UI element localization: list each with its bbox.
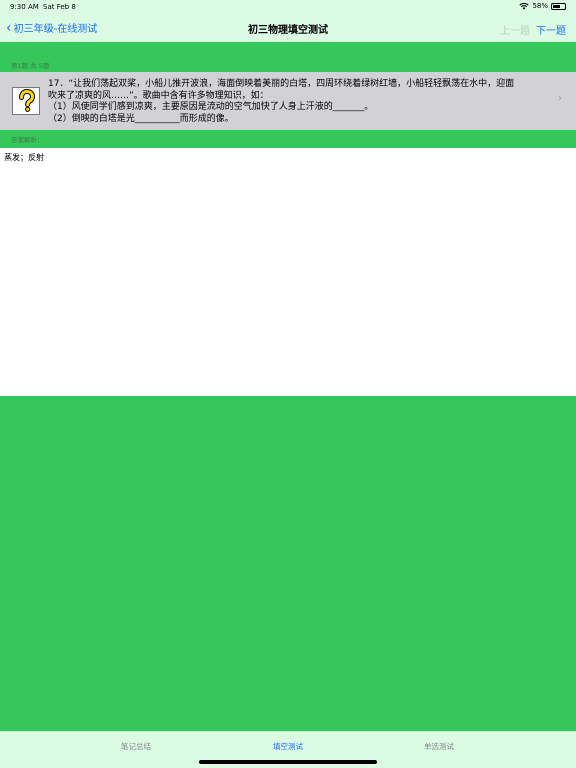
question-line-1: 17．“让我们荡起双桨，小船儿推开波浪，海面倒映着美丽的白塔，四周环绕着绿树红墙…	[48, 79, 515, 89]
battery-percent: 58%	[532, 2, 548, 10]
page-title: 初三物理填空测试	[248, 25, 328, 36]
question-line-2: 吹来了凉爽的风……”。歌曲中含有许多物理知识，如：	[48, 90, 269, 101]
tab-notes-summary[interactable]: 笔记总结	[86, 741, 186, 752]
tab-fill-blank-test[interactable]: 填空测试	[238, 741, 338, 752]
status-time: 9:30 AM	[10, 3, 39, 11]
answer-text: 蒸发；反射	[4, 153, 44, 162]
navigation-bar: ‹ 初三年级-在线测试 初三物理填空测试 上一题 下一题	[0, 14, 576, 42]
question-counter: 第1题 共 5题	[11, 62, 50, 70]
battery-icon	[551, 2, 566, 10]
status-bar: 9:30 AM Sat Feb 8 58%	[0, 0, 576, 14]
answer-header-label: 答案解析：	[11, 136, 44, 144]
question-cell[interactable]: 17．“让我们荡起双桨，小船儿推开波浪，海面倒映着美丽的白塔，四周环绕着绿树红墙…	[0, 72, 576, 130]
previous-question-button[interactable]: 上一题	[500, 22, 530, 37]
answer-area: 蒸发；反射	[0, 148, 576, 396]
question-mark-icon	[12, 87, 40, 115]
answer-header: 答案解析：	[0, 130, 576, 148]
question-line-3: （1）风使同学们感到凉爽，主要原因是流动的空气加快了人身上汗液的_______。	[48, 102, 374, 112]
question-text: 17．“让我们荡起双桨，小船儿推开波浪，海面倒映着美丽的白塔，四周环绕着绿树红墙…	[48, 79, 554, 125]
home-indicator	[199, 760, 377, 764]
wifi-icon	[519, 3, 530, 10]
status-date: Sat Feb 8	[43, 3, 76, 11]
green-spacer	[0, 42, 576, 72]
next-question-button[interactable]: 下一题	[536, 22, 566, 37]
chevron-right-icon: ›	[558, 93, 562, 104]
tab-single-choice-test[interactable]: 单选测试	[389, 741, 489, 752]
question-line-4: （2）倒映的白塔是光__________而形成的像。	[48, 113, 234, 124]
status-right: 58%	[519, 2, 566, 10]
